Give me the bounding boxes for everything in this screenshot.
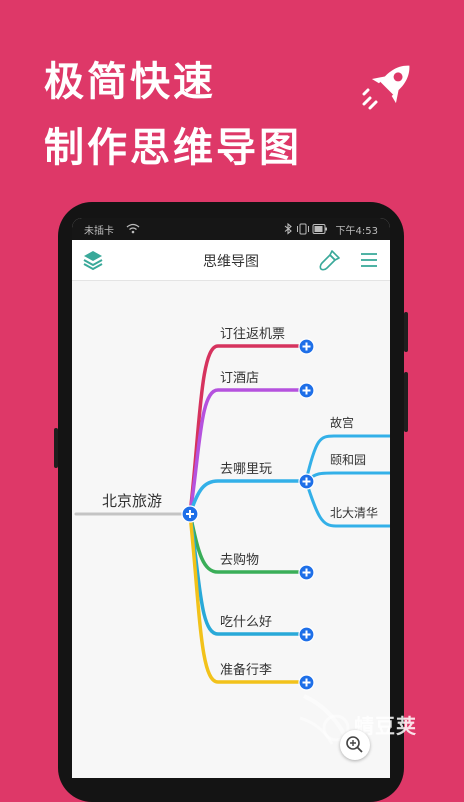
headline-line-1: 极简快速 [44, 59, 216, 105]
branch-line-3 [188, 479, 306, 515]
branch-line-2 [188, 388, 306, 515]
app-bar: 思维导图 [72, 240, 390, 281]
branch-line-6 [188, 513, 306, 684]
bluetooth-icon [284, 223, 292, 235]
child-node-2[interactable]: 颐和园 [330, 451, 366, 468]
phone-volume-button [404, 312, 408, 352]
zoom-icon [346, 736, 363, 753]
menu-icon[interactable] [360, 251, 378, 269]
branch-node-5[interactable]: 吃什么好 [220, 611, 272, 630]
status-time: 下午4:53 [335, 226, 378, 237]
status-bar: 未插卡 下午4:53 [72, 218, 390, 240]
status-carrier: 未插卡 [84, 226, 114, 237]
root-add-button[interactable] [181, 505, 199, 523]
app-title: 思维导图 [203, 254, 259, 270]
child-node-1[interactable]: 故宫 [330, 414, 354, 431]
branch-node-2[interactable]: 订酒店 [220, 367, 259, 386]
zoom-button[interactable] [340, 730, 370, 760]
phone-side-button [54, 428, 58, 468]
headline-line-2: 制作思维导图 [44, 125, 302, 171]
battery-icon [312, 224, 327, 234]
add-button-5[interactable] [298, 626, 315, 643]
add-button-2[interactable] [298, 382, 315, 399]
branch-node-3[interactable]: 去哪里玩 [220, 458, 272, 477]
mindmap-root-node[interactable]: 北京旅游 [102, 490, 162, 511]
paint-brush-icon[interactable] [318, 248, 342, 272]
rocket-icon [362, 65, 410, 110]
add-button-1[interactable] [298, 338, 315, 355]
branch-node-4[interactable]: 去购物 [220, 549, 259, 568]
wifi-icon [126, 223, 140, 234]
vibrate-icon [297, 223, 309, 235]
add-button-4[interactable] [298, 564, 315, 581]
branch-node-6[interactable]: 准备行李 [220, 659, 272, 678]
branch-node-1[interactable]: 订往返机票 [220, 323, 285, 342]
child-node-3[interactable]: 北大清华 [330, 504, 378, 521]
add-button-3[interactable] [298, 473, 315, 490]
phone-power-button [404, 372, 408, 432]
